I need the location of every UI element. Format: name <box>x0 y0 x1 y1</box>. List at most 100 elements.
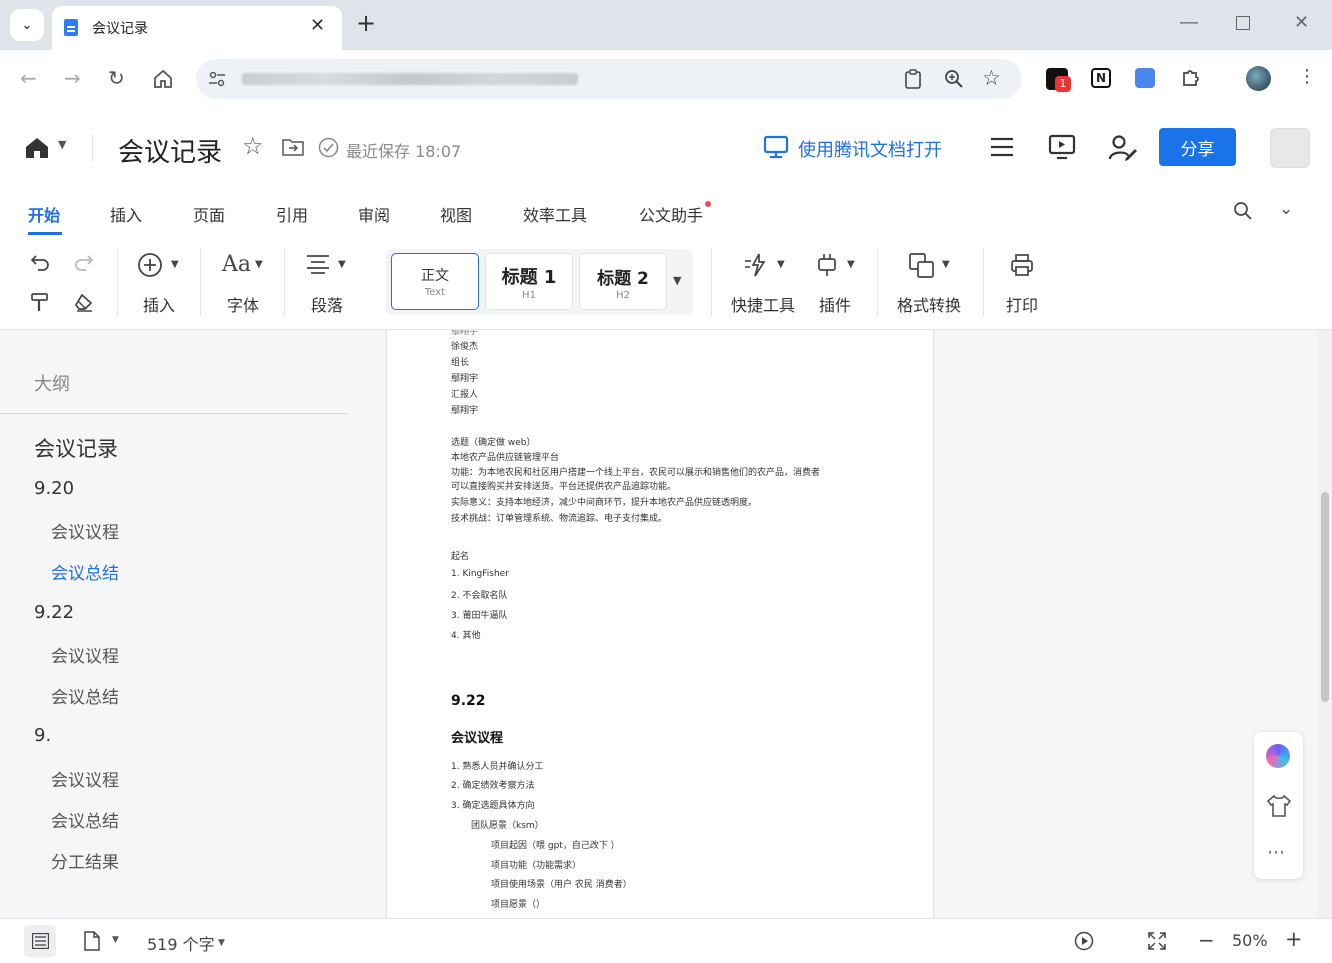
insert-label[interactable]: 插入 <box>143 292 175 316</box>
insert-plus-icon[interactable] <box>137 252 163 278</box>
tab-page[interactable]: 页面 <box>193 202 225 226</box>
quick-tools-icon[interactable] <box>744 253 770 277</box>
outline-item[interactable]: 会议议程 <box>51 642 119 667</box>
forward-icon[interactable]: → <box>64 66 81 90</box>
extension-icon[interactable]: 1 <box>1046 68 1071 92</box>
clear-format-icon[interactable] <box>74 292 94 312</box>
outline-item[interactable]: 会议总结 <box>51 807 119 832</box>
format-convert-label[interactable]: 格式转换 <box>897 292 961 316</box>
translate-icon[interactable] <box>1135 68 1155 88</box>
home-icon[interactable] <box>24 136 50 160</box>
plugin-icon[interactable] <box>816 253 838 277</box>
avatar[interactable] <box>1270 128 1310 168</box>
font-label[interactable]: 字体 <box>227 292 259 316</box>
paragraph-label[interactable]: 段落 <box>311 292 343 316</box>
plugins-label[interactable]: 插件 <box>819 292 851 316</box>
maximize-icon[interactable] <box>1236 14 1250 35</box>
play-icon[interactable] <box>1074 931 1094 951</box>
outline-item[interactable]: 9.20 <box>34 478 74 499</box>
redo-icon[interactable] <box>74 254 94 272</box>
format-convert-dropdown-icon[interactable]: ▼ <box>942 259 950 270</box>
style-heading-1[interactable]: 标题 1 H1 <box>485 253 573 310</box>
style-heading-2[interactable]: 标题 2 H2 <box>579 253 667 310</box>
undo-icon[interactable] <box>30 254 50 272</box>
notion-icon[interactable]: N <box>1091 68 1111 88</box>
tab-efficiency-tools[interactable]: 效率工具 <box>523 202 587 226</box>
print-icon[interactable] <box>1010 253 1034 277</box>
zoom-level[interactable]: 50% <box>1232 931 1268 950</box>
outline-item[interactable]: 会议议程 <box>51 766 119 791</box>
tab-reference[interactable]: 引用 <box>276 202 308 226</box>
window-close-icon[interactable]: ✕ <box>1294 12 1309 33</box>
page-icon[interactable] <box>83 931 101 951</box>
outline-item[interactable]: 会议记录 <box>34 433 118 463</box>
tab-review[interactable]: 审阅 <box>358 202 390 226</box>
outline-item[interactable]: 会议议程 <box>51 518 119 543</box>
quick-tools-label[interactable]: 快捷工具 <box>731 292 795 316</box>
tab-document-assistant[interactable]: 公文助手 <box>639 202 703 226</box>
open-in-tencent-docs-button[interactable]: 使用腾讯文档打开 <box>798 136 942 162</box>
puzzle-extensions-icon[interactable] <box>1180 66 1202 88</box>
paragraph-align-icon[interactable] <box>306 254 330 274</box>
word-count[interactable]: 519 个字 <box>147 931 215 955</box>
tab-close-icon[interactable]: ✕ <box>310 15 325 36</box>
tab-view[interactable]: 视图 <box>440 202 472 226</box>
outline-toggle-button[interactable] <box>24 925 56 957</box>
document-title[interactable]: 会议记录 <box>118 132 222 169</box>
word-count-dropdown-icon[interactable]: ▼ <box>218 938 225 948</box>
monitor-icon[interactable] <box>763 135 789 159</box>
page-dropdown-icon[interactable]: ▼ <box>112 935 119 945</box>
quick-tools-dropdown-icon[interactable]: ▼ <box>777 259 785 270</box>
profile-avatar[interactable] <box>1246 66 1271 91</box>
address-bar[interactable]: ☆ <box>196 59 1022 99</box>
star-icon[interactable]: ☆ <box>242 132 264 160</box>
format-convert-icon[interactable] <box>909 253 935 279</box>
outline-item[interactable]: 9.22 <box>34 602 74 623</box>
tab-search-button[interactable]: ⌄ <box>10 9 44 41</box>
font-dropdown-icon[interactable]: ▼ <box>255 259 263 270</box>
print-label[interactable]: 打印 <box>1006 292 1038 316</box>
collapse-toolbar-icon[interactable]: ⌄ <box>1279 199 1293 219</box>
insert-dropdown-icon[interactable]: ▼ <box>171 259 179 270</box>
tab-title: 会议记录 <box>92 21 148 37</box>
format-painter-icon[interactable] <box>30 292 50 312</box>
browser-tab[interactable]: 会议记录 ✕ <box>52 6 342 50</box>
home-icon[interactable] <box>152 68 174 90</box>
tab-home[interactable]: 开始 <box>28 202 60 226</box>
font-icon[interactable]: Aa <box>222 252 251 277</box>
clipboard-icon[interactable] <box>904 69 922 89</box>
new-tab-button[interactable]: + <box>356 9 376 37</box>
move-to-folder-icon[interactable] <box>282 138 304 156</box>
presentation-icon[interactable] <box>1048 133 1076 161</box>
fullscreen-icon[interactable] <box>1147 931 1167 951</box>
paragraph-dropdown-icon[interactable]: ▼ <box>338 259 346 270</box>
back-icon[interactable]: ← <box>20 66 37 90</box>
more-styles-icon[interactable]: ▼ <box>673 274 681 287</box>
outline-item[interactable]: 分工结果 <box>51 848 119 873</box>
minimize-icon[interactable]: ― <box>1180 12 1198 33</box>
more-icon[interactable]: ⋯ <box>1267 842 1285 863</box>
search-icon[interactable] <box>1233 201 1253 221</box>
zoom-icon[interactable] <box>944 69 964 89</box>
menu-icon[interactable] <box>990 136 1014 158</box>
bookmark-star-icon[interactable]: ☆ <box>982 66 1001 90</box>
site-settings-icon[interactable] <box>208 71 226 87</box>
theme-shirt-icon[interactable] <box>1266 794 1292 818</box>
plugin-dropdown-icon[interactable]: ▼ <box>847 259 855 270</box>
scrollbar-thumb[interactable] <box>1321 492 1329 702</box>
home-dropdown-icon[interactable]: ▼ <box>58 138 66 151</box>
outline-item[interactable]: 9. <box>34 725 51 746</box>
reload-icon[interactable]: ↻ <box>108 66 125 90</box>
ai-assistant-icon[interactable] <box>1266 744 1290 768</box>
outline-item[interactable]: 会议总结 <box>51 683 119 708</box>
zoom-out-icon[interactable]: − <box>1198 928 1215 952</box>
zoom-in-icon[interactable]: + <box>1285 927 1303 951</box>
outline-item-active[interactable]: 会议总结 <box>51 559 119 584</box>
share-button[interactable]: 分享 <box>1159 128 1236 166</box>
document-page[interactable]: 鄢翔宇 徐俊杰 组长 鄢翔宇 汇报人 鄢翔宇 选题（确定做 web） 本地农产品… <box>386 330 934 918</box>
tab-insert[interactable]: 插入 <box>110 202 142 226</box>
more-menu-icon[interactable]: ⋮ <box>1298 66 1316 87</box>
collaborators-icon[interactable] <box>1108 134 1138 162</box>
url-text[interactable] <box>242 73 578 85</box>
style-body-text[interactable]: 正文 Text <box>391 253 479 310</box>
